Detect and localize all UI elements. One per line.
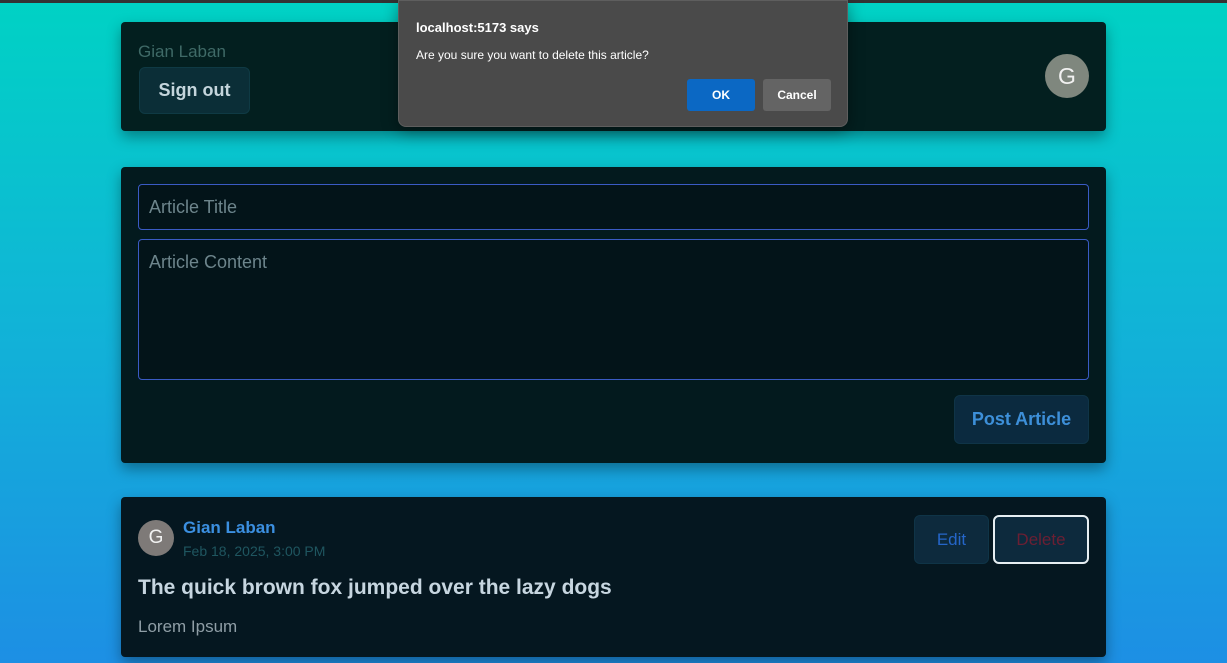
post-article-button[interactable]: Post Article [954,395,1089,444]
article-title-input[interactable] [138,184,1089,230]
article-date: Feb 18, 2025, 3:00 PM [183,543,326,559]
article-author[interactable]: Gian Laban [183,518,276,538]
confirm-dialog: localhost:5173 says Are you sure you wan… [398,0,848,127]
edit-article-button[interactable]: Edit [914,515,989,564]
signed-in-user-name: Gian Laban [138,42,226,61]
sign-out-button[interactable]: Sign out [139,67,250,114]
article-content-textarea[interactable] [138,239,1089,380]
article-title: The quick brown fox jumped over the lazy… [138,576,612,599]
dialog-message: Are you sure you want to delete this art… [416,48,649,62]
new-article-form: Post Article [121,167,1106,463]
dialog-title: localhost:5173 says [416,20,539,35]
dialog-cancel-button[interactable]: Cancel [763,79,831,111]
delete-article-button[interactable]: Delete [993,515,1089,564]
dialog-ok-button[interactable]: OK [687,79,755,111]
article-body: Lorem Ipsum [138,617,238,636]
user-avatar[interactable]: G [1045,54,1089,98]
author-avatar: G [138,520,174,556]
article-card: G Gian Laban Feb 18, 2025, 3:00 PM Edit … [121,497,1106,657]
